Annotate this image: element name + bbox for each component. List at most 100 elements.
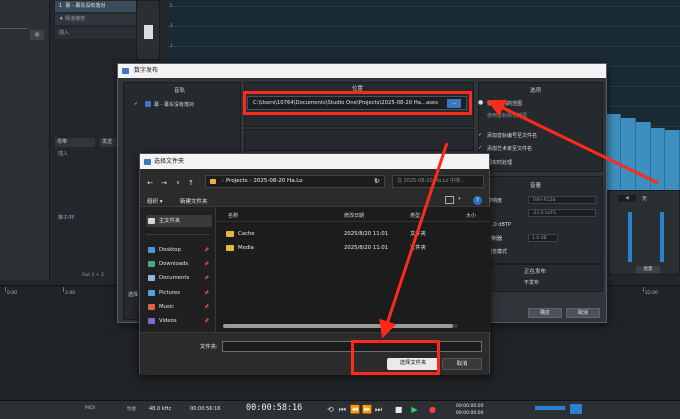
insert-label: 插入 <box>58 151 69 157</box>
forward-icon[interactable]: ⏩ <box>362 405 372 414</box>
sidebar-item-videos[interactable]: Videos 📌 <box>146 315 212 327</box>
publish-header: 正在发布 <box>524 269 547 275</box>
opt-realtime[interactable]: 同实时处理 <box>487 159 512 166</box>
breadcrumb-current[interactable]: 2025-08-20 Ha.Lo <box>253 178 302 184</box>
app-icon <box>144 159 151 165</box>
midi-label: MIDI <box>85 406 96 411</box>
sidebar-item-label: Pictures <box>159 290 180 296</box>
sidebar-item-主文件夹[interactable]: 主文件夹 <box>146 215 212 227</box>
col-date[interactable]: 修改日期 <box>344 212 364 219</box>
opt-add-artist[interactable]: 添加艺术家至文件名 <box>487 145 532 152</box>
opt-add-track-number[interactable]: 添加音轨编号至文件名 <box>487 132 537 139</box>
annotation-box <box>351 340 440 375</box>
pin-icon: 📌 <box>204 247 209 252</box>
sidebar-item-music[interactable]: Music 📌 <box>146 301 212 313</box>
spectrum-bar <box>665 130 680 190</box>
waveform-icon <box>145 101 151 107</box>
breadcrumb-projects[interactable]: Projects <box>226 178 248 184</box>
folder-icon <box>148 247 155 253</box>
picker-cancel-button[interactable]: 取消 <box>442 358 482 370</box>
organize-button[interactable]: 组织 ▾ <box>147 197 163 205</box>
loop-icon[interactable]: ⟲ <box>326 405 335 414</box>
spectrum-bar <box>606 114 622 190</box>
sidebar-item-pictures[interactable]: Pictures 📌 <box>146 287 212 299</box>
sidebar-item-desktop[interactable]: Desktop 📌 <box>146 244 212 256</box>
radio-current-range[interactable]: ● <box>478 99 483 106</box>
check-1[interactable]: ✓ <box>478 132 482 138</box>
record-icon[interactable]: ● <box>428 405 437 414</box>
insert-slot[interactable]: 插入 <box>55 28 147 39</box>
folder-icon <box>226 245 234 251</box>
picker-title: 选择文件夹 <box>154 158 185 165</box>
file-row[interactable]: Media 2025/8/20 11:01 文件夹 <box>217 242 477 254</box>
opt-current-range[interactable]: 使用当前的范围 <box>487 100 522 107</box>
spectrum-bar <box>650 128 666 190</box>
check-2[interactable]: ✓ <box>478 145 482 151</box>
file-list: 名称 修改日期 类型 大小 Cache 2025/8/20 11:01 文件夹 Med… <box>217 207 491 332</box>
stop-icon[interactable]: ■ <box>394 405 403 414</box>
help-icon[interactable]: ? <box>473 196 482 205</box>
daw-window: ☼ 1 幕 - 幕东没有落对 ♦ 频道接管 插入 母带 发送 插入 推子/环 O… <box>0 0 680 419</box>
folder-icon <box>148 275 155 281</box>
chevron-down-icon[interactable]: ∨ <box>174 179 182 187</box>
grid-line <box>168 46 680 47</box>
view-icon[interactable] <box>445 196 454 204</box>
opt-track-range[interactable]: 使用音轨标记范围 <box>487 112 527 119</box>
sidebar-item-documents[interactable]: Documents 📌 <box>146 272 212 284</box>
pin-icon: 📌 <box>204 261 209 266</box>
gear-icon[interactable]: ☼ <box>30 30 44 40</box>
env-label: 推子/环 <box>58 215 75 221</box>
meter-label[interactable]: 能量 <box>636 266 660 273</box>
rewind-icon[interactable]: ⏪ <box>350 405 360 414</box>
time-small: 00:00:56:16 <box>190 406 221 412</box>
y-tick-label: 5 <box>170 3 173 8</box>
refresh-icon[interactable]: ↻ <box>371 175 383 188</box>
speaker-icon[interactable]: ◀ <box>618 195 636 202</box>
perf-label: 性能 <box>127 407 136 412</box>
file-row[interactable]: Cache 2025/8/20 11:01 文件夹 <box>217 228 477 240</box>
pin-icon: 📌 <box>204 318 209 323</box>
ruler-tick <box>5 287 6 292</box>
up-icon[interactable]: ↑ <box>187 179 195 187</box>
track-checkbox[interactable]: ✓ <box>134 101 138 107</box>
cancel-button[interactable]: 取消 <box>566 308 600 318</box>
y-tick-label: 1 <box>170 43 173 48</box>
new-folder-button[interactable]: 新建文件夹 <box>180 197 208 205</box>
track-item-label[interactable]: 幕 - 幕东没有落对 <box>154 101 194 108</box>
limiter-value[interactable]: 1.0 dB <box>528 234 558 242</box>
publish-select[interactable]: 不发布 <box>524 279 539 286</box>
col-size[interactable]: 大小 <box>466 212 476 219</box>
search-placeholder: 在 2025-08-20 Ha.Lo 中搜... <box>397 178 465 184</box>
folder-icon <box>148 261 155 267</box>
horizontal-scrollbar[interactable] <box>223 324 458 328</box>
loudness-standard[interactable]: TWV-R128 <box>528 196 596 204</box>
view-dropdown-icon[interactable]: ▾ <box>458 196 461 202</box>
y-tick-label: 3 <box>170 23 173 28</box>
forward-end-icon[interactable]: ⏭ <box>374 405 383 414</box>
fader-knob[interactable] <box>144 25 153 39</box>
speaker-select[interactable]: 无 <box>642 195 647 202</box>
ruler-label: 22:00 <box>645 291 658 296</box>
ok-button[interactable]: 确定 <box>528 308 562 318</box>
ruler-label: 0:00 <box>7 291 18 296</box>
address-bar[interactable]: › Projects › 2025-08-20 Ha.Lo <box>205 175 385 188</box>
tab-left[interactable]: 母带 <box>55 138 95 147</box>
track-header[interactable]: 1 幕 - 幕东没有落对 <box>55 1 147 12</box>
divider <box>217 221 491 222</box>
rewind-start-icon[interactable]: ⏮ <box>338 405 347 414</box>
play-icon[interactable]: ▶ <box>410 405 419 414</box>
meter-bar <box>660 212 664 262</box>
file-type: 文件夹 <box>410 245 426 251</box>
forward-icon[interactable]: → <box>160 179 168 187</box>
ruler-tick <box>643 287 644 292</box>
level-bar <box>535 406 565 410</box>
folder-icon <box>148 304 155 310</box>
search-input[interactable]: 在 2025-08-20 Ha.Lo 中搜... <box>392 175 484 188</box>
col-type[interactable]: 类型 <box>410 212 420 219</box>
file-type: 文件夹 <box>410 231 426 237</box>
loudness-target[interactable]: -23.0 LUFS <box>528 209 596 217</box>
back-icon[interactable]: ← <box>146 179 154 187</box>
col-name[interactable]: 名称 <box>228 212 238 219</box>
track-name: 幕 - 幕东没有落对 <box>65 3 106 9</box>
sidebar-item-downloads[interactable]: Downloads 📌 <box>146 258 212 270</box>
